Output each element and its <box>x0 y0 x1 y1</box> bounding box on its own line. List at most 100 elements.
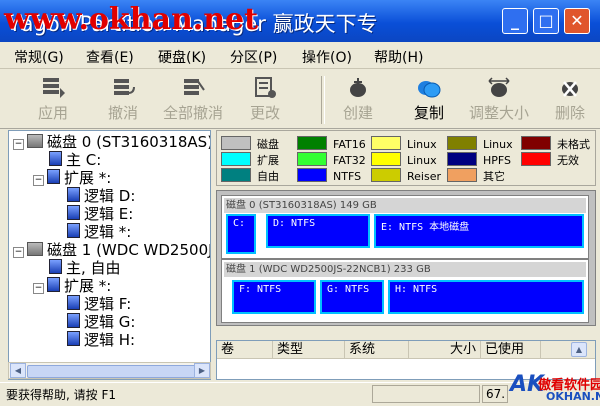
collapse-icon[interactable]: − <box>13 247 24 258</box>
legend-label: FAT32 <box>333 154 366 167</box>
legend-item: Linux <box>447 136 513 151</box>
disk-map: 磁盘 0 (ST3160318AS) 149 GB C: D: NTFS E: … <box>216 190 596 326</box>
copy-label: 复制 <box>413 104 444 122</box>
column-size[interactable]: 大小 <box>409 341 481 359</box>
collapse-icon[interactable]: − <box>33 283 44 294</box>
tree-primary-c[interactable]: 主 C: <box>49 151 101 169</box>
legend-item: 扩展 <box>221 152 279 168</box>
delete-button[interactable]: 删除 <box>537 74 600 126</box>
delete-label: 删除 <box>554 104 585 122</box>
scroll-left-icon[interactable]: ◀ <box>10 363 26 378</box>
partition-icon <box>67 205 80 220</box>
menu-disk[interactable]: 硬盘(K) <box>158 47 206 67</box>
site-logo: AK 傲看软件园 OKHAN.NET <box>508 372 600 405</box>
column-volume[interactable]: 卷 <box>217 341 273 359</box>
tree-node-label: 主, 自由 <box>66 259 121 277</box>
disk-tree[interactable]: − 磁盘 0 (ST3160318AS) 主 C: − 扩展 *: 逻辑 D: 逻辑… <box>8 130 211 380</box>
partition-icon <box>47 169 60 184</box>
tree-node-label: 磁盘 1 (WDC WD2500JS <box>47 241 211 259</box>
tree-logical-e[interactable]: 逻辑 E: <box>67 205 133 223</box>
tree-disk-0[interactable]: − 磁盘 0 (ST3160318AS) <box>13 133 210 151</box>
partition-h[interactable]: H: NTFS <box>388 280 584 314</box>
tree-extended-0[interactable]: − 扩展 *: <box>33 169 111 187</box>
tree-node-label: 扩展 *: <box>64 277 112 295</box>
apply-button[interactable]: 应用 <box>20 74 86 126</box>
undo-all-button[interactable]: 全部撤消 <box>160 74 226 126</box>
partition-icon <box>67 187 80 202</box>
column-type[interactable]: 类型 <box>273 341 345 359</box>
partition-icon <box>67 313 80 328</box>
menu-partition[interactable]: 分区(P) <box>230 47 277 67</box>
tree-node-label: 逻辑 *: <box>84 223 132 241</box>
legend-label: NTFS <box>333 170 362 183</box>
scroll-right-icon[interactable]: ▶ <box>194 363 210 378</box>
tree-logical-h[interactable]: 逻辑 H: <box>67 331 135 349</box>
partition-f[interactable]: F: NTFS <box>232 280 316 314</box>
tree-logical-free[interactable]: 逻辑 *: <box>67 223 131 241</box>
resize-button[interactable]: 调整大小 <box>466 74 532 126</box>
tree-logical-d[interactable]: 逻辑 D: <box>67 187 135 205</box>
tree-node-label: 主 C: <box>66 151 102 169</box>
close-button[interactable]: ✕ <box>564 8 590 34</box>
legend-item: 其它 <box>447 168 505 184</box>
menu-view[interactable]: 查看(E) <box>86 47 134 67</box>
tree-extended-1[interactable]: − 扩展 *: <box>33 277 111 295</box>
legend-label: 磁盘 <box>257 138 279 151</box>
disk-1-header: 磁盘 1 (WDC WD2500JS-22NCB1) 233 GB <box>224 262 586 277</box>
menu-general[interactable]: 常规(G) <box>14 47 64 67</box>
legend-swatch <box>297 152 327 166</box>
list-scroll-up-icon[interactable]: ▲ <box>571 342 587 357</box>
legend-label: FAT16 <box>333 138 366 151</box>
tree-primary-free[interactable]: 主, 自由 <box>49 259 121 277</box>
column-used[interactable]: 已使用 <box>481 341 541 359</box>
tree-disk-1[interactable]: − 磁盘 1 (WDC WD2500JS <box>13 241 211 259</box>
minimize-button[interactable]: _ <box>502 8 528 34</box>
undo-button[interactable]: 撤消 <box>90 74 156 126</box>
status-cell-empty <box>372 385 480 403</box>
title-bar[interactable]: ragon Partition Manager 赢政天下专 www.okhan.… <box>0 0 600 42</box>
tree-logical-g[interactable]: 逻辑 G: <box>67 313 135 331</box>
maximize-button[interactable]: □ <box>533 8 559 34</box>
undo-all-label: 全部撤消 <box>162 104 223 122</box>
disk-1-map[interactable]: 磁盘 1 (WDC WD2500JS-22NCB1) 233 GB F: NTF… <box>221 259 589 323</box>
delete-icon <box>562 81 578 97</box>
tree-node-label: 逻辑 H: <box>84 331 136 349</box>
collapse-icon[interactable]: − <box>33 175 44 186</box>
scroll-thumb[interactable] <box>27 365 197 378</box>
partition-d[interactable]: D: NTFS <box>266 214 370 248</box>
tree-horizontal-scrollbar[interactable]: ◀ ▶ <box>8 362 211 379</box>
legend-label: 自由 <box>257 170 279 183</box>
collapse-icon[interactable]: − <box>13 139 24 150</box>
change-label: 更改 <box>249 104 280 122</box>
watermark-text: www.okhan.net <box>4 2 258 37</box>
menu-help[interactable]: 帮助(H) <box>374 47 423 67</box>
copy-icon <box>418 81 441 98</box>
legend-label: Linux <box>407 154 437 167</box>
change-button[interactable]: 更改 <box>232 74 298 126</box>
legend-swatch <box>297 168 327 182</box>
tree-node-label: 扩展 *: <box>64 169 112 187</box>
resize-label: 调整大小 <box>468 104 529 122</box>
legend-label: 未格式 <box>557 138 590 151</box>
create-button[interactable]: 创建 <box>325 74 391 126</box>
legend-swatch <box>371 168 401 182</box>
legend-label: Linux <box>483 138 513 151</box>
copy-button[interactable]: 复制 <box>396 74 462 126</box>
partition-e[interactable]: E: NTFS 本地磁盘 <box>374 214 584 248</box>
legend-label: HPFS <box>483 154 512 167</box>
menu-operation[interactable]: 操作(O) <box>302 47 352 67</box>
legend-item: 自由 <box>221 168 279 184</box>
partition-c[interactable]: C: <box>226 214 256 254</box>
legend-swatch <box>221 152 251 166</box>
partition-icon <box>49 151 62 166</box>
status-help-text: 要获得帮助, 请按 F1 <box>6 388 116 402</box>
column-system[interactable]: 系统 <box>345 341 409 359</box>
tree-node-label: 逻辑 E: <box>84 205 134 223</box>
toolbar: 应用 撤消 全部撤消 更改 创建 复制 调整大小 删除 <box>0 70 600 129</box>
partition-g[interactable]: G: NTFS <box>320 280 384 314</box>
tree-logical-f[interactable]: 逻辑 F: <box>67 295 131 313</box>
tree-node-label: 逻辑 G: <box>84 313 136 331</box>
apply-label: 应用 <box>37 104 68 122</box>
legend-item: Linux <box>371 152 437 167</box>
disk-0-map[interactable]: 磁盘 0 (ST3160318AS) 149 GB C: D: NTFS E: … <box>221 195 589 259</box>
